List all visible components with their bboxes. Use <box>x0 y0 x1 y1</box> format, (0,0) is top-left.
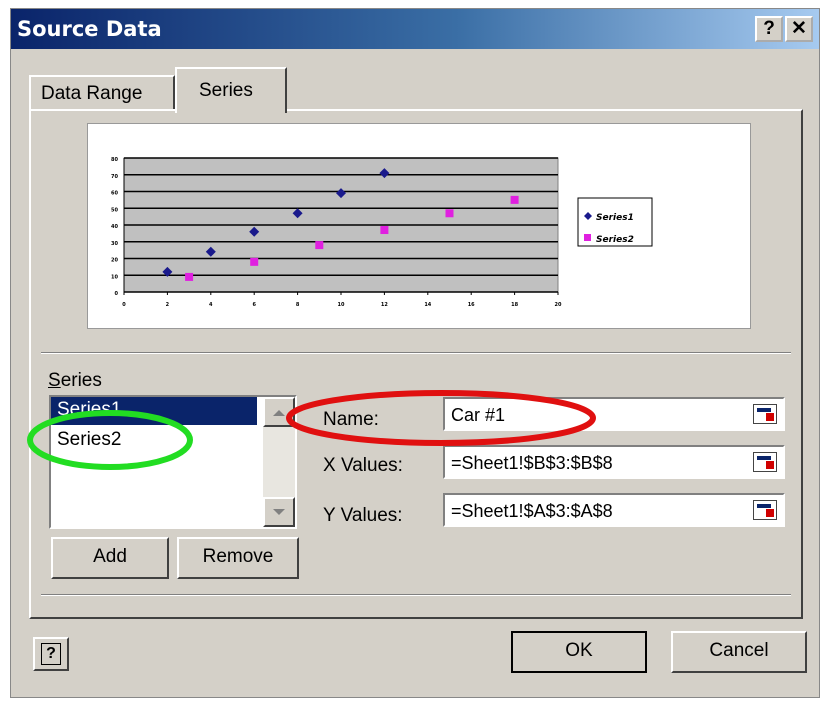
x-tick-label: 2 <box>166 302 170 308</box>
ok-button[interactable]: OK <box>511 631 647 673</box>
separator <box>41 595 791 596</box>
title-bar: Source Data ? ✕ <box>11 9 819 49</box>
y-tick-label: 80 <box>111 157 118 163</box>
x-tick-label: 18 <box>511 302 518 308</box>
data-point <box>510 195 519 204</box>
arrow-down-icon <box>273 509 285 515</box>
tab-data-range-label: Data Range <box>41 83 143 104</box>
scroll-down-button[interactable] <box>263 497 295 527</box>
range-selector-icon[interactable] <box>753 452 777 472</box>
y-tick-label: 70 <box>111 174 118 180</box>
x-tick-label: 8 <box>296 302 300 308</box>
y-tick-label: 30 <box>111 241 118 247</box>
window-title: Source Data <box>17 17 162 41</box>
add-button[interactable]: Add <box>51 537 169 579</box>
help-title-button[interactable]: ? <box>755 16 783 42</box>
close-button[interactable]: ✕ <box>785 16 813 42</box>
y-tick-label: 60 <box>111 191 118 197</box>
x-tick-label: 6 <box>252 302 256 308</box>
help-icon: ? <box>763 18 775 39</box>
data-point <box>445 209 454 218</box>
source-data-dialog: Source Data ? ✕ Data Range Series 0 10 20 3… <box>10 8 820 698</box>
x-tick-label: 0 <box>122 302 126 308</box>
chart-preview: 0 10 20 30 40 50 60 70 80 0 2 4 6 8 10 12 14 16 18 20 Series… <box>87 123 751 329</box>
y-tick-label: 0 <box>115 291 119 297</box>
help-question-icon: ? <box>41 643 61 665</box>
scatter-chart: 0 10 20 30 40 50 60 70 80 0 2 4 6 8 10 12 14 16 18 20 Series… <box>111 157 653 308</box>
legend-label: Series1 <box>596 213 634 223</box>
y-tick-label: 40 <box>111 224 118 230</box>
annotation-green-ellipse <box>27 410 193 470</box>
tab-series[interactable]: Series <box>175 67 287 113</box>
cancel-button[interactable]: Cancel <box>671 631 807 673</box>
close-icon: ✕ <box>791 18 807 39</box>
legend-marker <box>584 234 591 241</box>
separator <box>41 353 791 354</box>
y-tick-label: 20 <box>111 258 118 264</box>
range-selector-icon[interactable] <box>753 500 777 520</box>
add-button-label: Add <box>93 546 127 567</box>
x-values-field[interactable]: =Sheet1!$B$3:$B$8 <box>443 445 785 479</box>
y-values-label: Y Values: <box>323 505 403 526</box>
y-values-value: =Sheet1!$A$3:$A$8 <box>451 501 613 521</box>
series-label: Series <box>48 370 102 391</box>
x-values-value: =Sheet1!$B$3:$B$8 <box>451 453 613 473</box>
series-label-text: eries <box>60 370 102 391</box>
y-tick-label: 50 <box>111 207 118 213</box>
remove-button-label: Remove <box>202 546 274 567</box>
remove-button[interactable]: Remove <box>177 537 299 579</box>
help-button[interactable]: ? <box>33 637 69 671</box>
x-tick-label: 14 <box>424 302 431 308</box>
x-values-label: X Values: <box>323 455 403 476</box>
cancel-button-label: Cancel <box>709 640 769 661</box>
y-tick-label: 10 <box>111 274 118 280</box>
x-tick-label: 12 <box>381 302 388 308</box>
annotation-red-ellipse <box>286 390 596 446</box>
tab-series-label: Series <box>199 80 253 101</box>
x-tick-label: 16 <box>468 302 475 308</box>
x-tick-label: 4 <box>209 302 213 308</box>
data-point <box>185 272 194 281</box>
data-point <box>315 241 324 250</box>
data-point <box>250 257 259 266</box>
data-point <box>380 226 389 235</box>
legend-label: Series2 <box>596 235 634 245</box>
tab-data-range[interactable]: Data Range <box>29 75 175 109</box>
x-tick-label: 20 <box>555 302 562 308</box>
x-tick-label: 10 <box>338 302 345 308</box>
ok-button-label: OK <box>565 640 593 661</box>
range-selector-icon[interactable] <box>753 404 777 424</box>
y-values-field[interactable]: =Sheet1!$A$3:$A$8 <box>443 493 785 527</box>
